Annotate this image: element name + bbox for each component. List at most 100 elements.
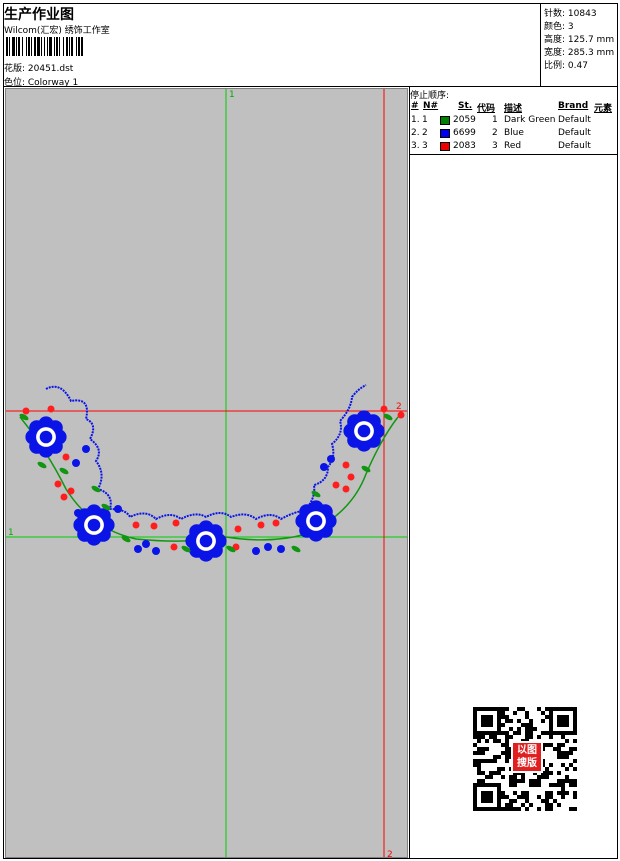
blue-bud	[252, 547, 260, 555]
blue-bud	[302, 505, 310, 513]
qr-module	[501, 723, 505, 727]
qr-module	[541, 731, 545, 735]
qr-module	[517, 807, 521, 811]
qr-module	[561, 787, 565, 791]
qr-module	[573, 779, 577, 783]
qr-module	[501, 711, 505, 715]
qr-module	[565, 779, 569, 783]
qr-module	[501, 707, 505, 711]
qr-module	[557, 743, 561, 747]
qr-module	[573, 767, 577, 771]
qr-module	[501, 743, 505, 747]
qr-module	[501, 751, 505, 755]
color-swatch	[440, 116, 450, 125]
qr-module	[545, 803, 549, 807]
qr-module	[489, 771, 493, 775]
qr-module	[505, 735, 509, 739]
qr-module	[521, 791, 525, 795]
qr-module	[529, 731, 533, 735]
qr-module	[497, 771, 501, 775]
qr-module	[553, 783, 557, 787]
qr-module	[565, 751, 569, 755]
design-canvas[interactable]: 1 1 2 2	[5, 88, 408, 858]
color-swatch	[440, 129, 450, 138]
qr-module	[545, 743, 549, 747]
stop-row[interactable]: 3. 3 2083 3 Red Default	[410, 141, 618, 154]
qr-module	[509, 735, 513, 739]
qr-module	[525, 727, 529, 731]
qr-module	[573, 747, 577, 751]
qr-module	[497, 739, 501, 743]
qr-module	[533, 727, 537, 731]
stop-row[interactable]: 2. 2 6699 2 Blue Default	[410, 128, 618, 141]
qr-module	[549, 783, 553, 787]
qr-module	[525, 795, 529, 799]
qr-module	[513, 799, 517, 803]
design-file: 花版: 20451.dst	[4, 64, 74, 74]
blue-bud	[327, 455, 335, 463]
red-blossom	[397, 411, 405, 419]
qr-module	[517, 795, 521, 799]
qr-module	[505, 739, 509, 743]
qr-module	[521, 795, 525, 799]
qr-module	[517, 719, 521, 723]
qr-module	[477, 739, 481, 743]
qr-module	[561, 795, 565, 799]
qr-module	[549, 735, 553, 739]
red-blossom	[132, 521, 140, 529]
qr-module	[481, 747, 485, 751]
qr-module	[537, 795, 541, 799]
red-blossom	[380, 405, 388, 413]
stat-scale: 比例: 0.47	[544, 61, 588, 71]
qr-module	[505, 743, 509, 747]
red-blossom	[272, 519, 280, 527]
qr-module	[509, 779, 513, 783]
qr-module	[481, 771, 485, 775]
qr-module	[477, 747, 481, 751]
red-blossom	[257, 521, 265, 529]
qr-module	[545, 807, 549, 811]
stop-row[interactable]: 1. 1 2059 1 Dark Green Default	[410, 115, 618, 128]
qr-module	[501, 767, 505, 771]
qr-module	[481, 779, 485, 783]
qr-module	[573, 783, 577, 787]
qr-module	[565, 739, 569, 743]
qr-module	[549, 807, 553, 811]
qr-module	[505, 795, 509, 799]
col-brand: Brand	[558, 101, 589, 111]
qr-module	[573, 807, 577, 811]
stat-stitches: 针数: 10843	[544, 9, 597, 19]
qr-module	[525, 807, 529, 811]
qr-module	[541, 775, 545, 779]
qr-module	[525, 731, 529, 735]
stat-colors: 颜色: 3	[544, 22, 574, 32]
qr-module	[529, 719, 533, 723]
qr-module	[481, 735, 485, 739]
search-by-image-stamp: 以图搜版	[511, 741, 543, 773]
header-divider	[3, 86, 618, 87]
blue-bud	[142, 540, 150, 548]
qr-module	[561, 735, 565, 739]
qr-module	[529, 803, 533, 807]
qr-module	[529, 779, 533, 783]
company-name: Wilcom(汇宏) 绣饰工作室	[4, 26, 110, 36]
qr-module	[505, 807, 509, 811]
qr-module	[549, 771, 553, 775]
qr-module	[477, 763, 481, 767]
qr-module	[545, 791, 549, 795]
header: 生产作业图 Wilcom(汇宏) 绣饰工作室 花版: 20451.dst 色位:…	[4, 4, 540, 88]
qr-module	[541, 711, 545, 715]
qr-module	[569, 783, 573, 787]
qr-module	[473, 759, 477, 763]
qr-module	[573, 795, 577, 799]
qr-module	[481, 759, 485, 763]
qr-module	[485, 739, 489, 743]
axis-label-red-right: 2	[396, 402, 402, 412]
axis-label-green-left: 1	[8, 528, 14, 538]
red-blossom	[234, 525, 242, 533]
qr-code[interactable]: 以图搜版	[470, 704, 580, 814]
qr-module	[521, 775, 525, 779]
qr-module	[561, 763, 565, 767]
qr-module	[533, 779, 537, 783]
qr-module	[513, 711, 517, 715]
